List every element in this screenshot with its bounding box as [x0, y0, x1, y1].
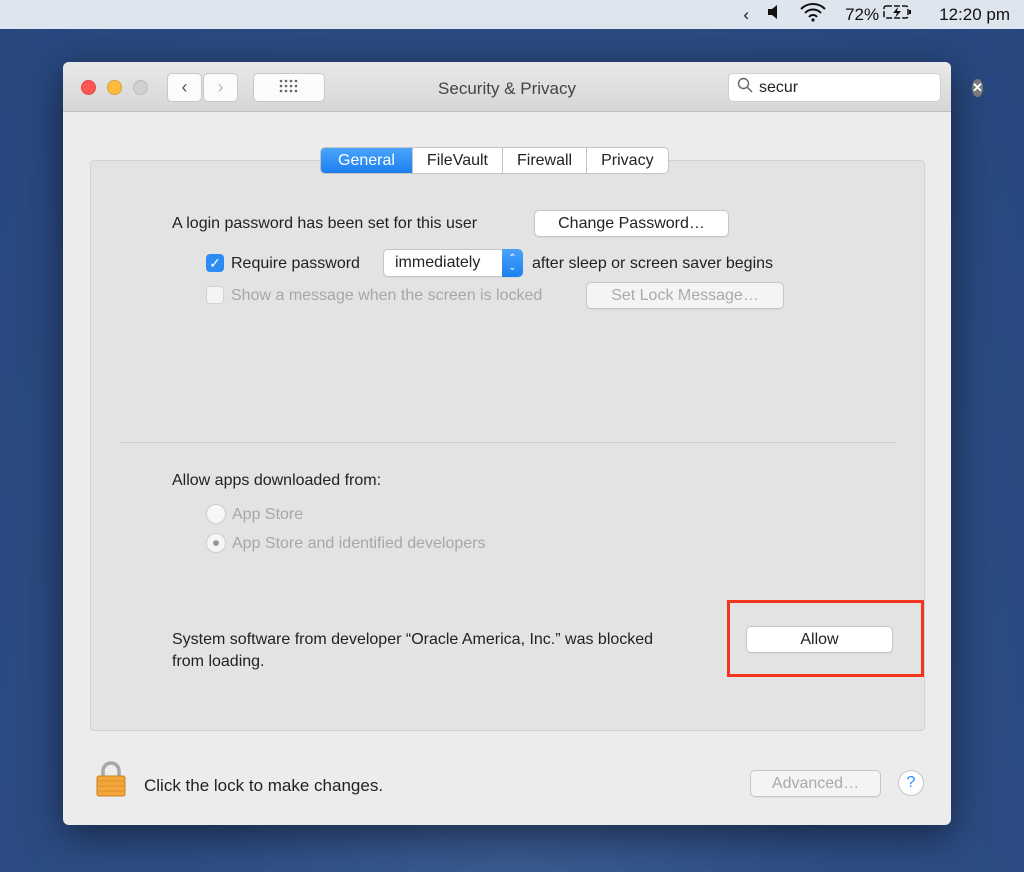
lock-text: Click the lock to make changes.	[144, 776, 384, 795]
stepper-arrows-icon: ⌃ ⌄	[502, 249, 523, 277]
title-bar: ‹ › Security & Privacy ✕	[63, 62, 983, 112]
battery-charging-icon[interactable]	[883, 4, 913, 25]
checkmark-icon: ✓	[209, 254, 221, 271]
password-delay-select[interactable]: immediately ⌃ ⌄	[383, 249, 523, 277]
password-delay-value: immediately	[395, 254, 481, 271]
require-password-label: Require password	[231, 255, 360, 272]
tab-general[interactable]: General	[321, 148, 412, 173]
show-message-label: Show a message when the screen is locked	[231, 287, 543, 304]
menu-bar: ‹ 72% 12:20 pm	[0, 0, 1024, 29]
radio-app-store-label: App Store	[232, 506, 304, 523]
wifi-icon[interactable]	[799, 2, 827, 27]
volume-icon[interactable]	[767, 4, 781, 25]
require-password-checkbox[interactable]: ✓	[206, 254, 224, 272]
advanced-button[interactable]: Advanced…	[750, 770, 881, 797]
radio-identified-developers[interactable]	[206, 533, 226, 553]
allow-button[interactable]: Allow	[746, 626, 893, 653]
search-field[interactable]: ✕	[728, 73, 983, 102]
search-icon	[737, 77, 753, 98]
set-lock-message-button[interactable]: Set Lock Message…	[586, 282, 784, 309]
allow-apps-label: Allow apps downloaded from:	[172, 472, 382, 489]
security-privacy-window: ‹ › Security & Privacy ✕ General FileVau…	[63, 62, 983, 825]
radio-identified-developers-label: App Store and identified developers	[232, 535, 486, 552]
lock-icon[interactable]	[95, 760, 127, 803]
tab-bar: General FileVault Firewall Privacy	[320, 147, 669, 174]
help-button[interactable]: ?	[898, 770, 924, 796]
blocked-software-text-2: from loading.	[172, 653, 265, 670]
radio-app-store[interactable]	[206, 504, 226, 524]
clock[interactable]: 12:20 pm	[939, 5, 1010, 25]
chevron-left-icon[interactable]: ‹	[743, 5, 749, 25]
search-input[interactable]	[759, 78, 966, 97]
clear-search-icon[interactable]: ✕	[972, 78, 983, 97]
tab-firewall[interactable]: Firewall	[501, 148, 586, 173]
change-password-button[interactable]: Change Password…	[534, 210, 729, 237]
after-sleep-text: after sleep or screen saver begins	[532, 255, 774, 272]
divider	[121, 442, 896, 443]
radio-dot	[213, 540, 219, 546]
show-message-checkbox[interactable]	[206, 286, 224, 304]
tab-privacy[interactable]: Privacy	[586, 148, 667, 173]
battery-percent: 72%	[845, 4, 880, 24]
blocked-software-text: System software from developer “Oracle A…	[172, 631, 654, 648]
login-password-text: A login password has been set for this u…	[172, 215, 478, 232]
tab-filevault[interactable]: FileVault	[411, 148, 502, 173]
